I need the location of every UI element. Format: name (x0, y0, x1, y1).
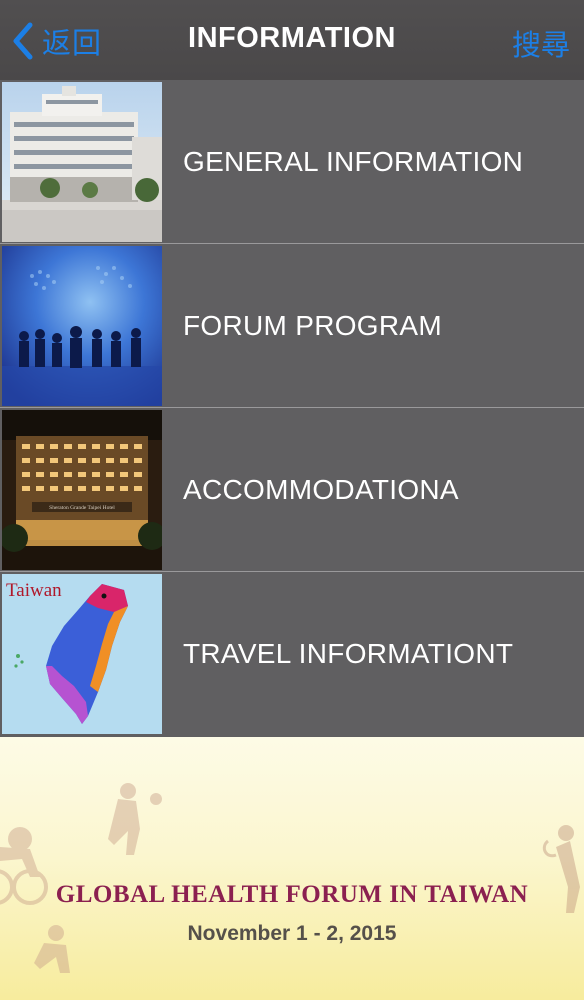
taiwan-map-thumbnail: Taiwan (2, 574, 162, 734)
menu-item-label: FORUM PROGRAM (183, 310, 443, 341)
business-silhouettes-thumbnail (2, 246, 162, 406)
campus-building-thumbnail (2, 82, 162, 242)
page-title: INFORMATION (188, 22, 396, 54)
hotel-at-night-thumbnail: Sheraton Grande Taipei Hotel (2, 410, 162, 570)
menu-item-forum-program[interactable]: FORUM PROGRAM (0, 244, 584, 408)
banner-date: November 1 - 2, 2015 (187, 922, 397, 945)
nav-bar: 返回 INFORMATION 搜尋 (0, 0, 584, 80)
menu-item-label: TRAVEL INFORMATIONT (183, 638, 514, 669)
menu-item-general-information[interactable]: GENERAL INFORMATION (0, 80, 584, 244)
taiwan-map-caption: Taiwan (6, 580, 62, 601)
menu-item-accommodation[interactable]: Sheraton Grande Taipei Hotel ACCOMMODATI… (0, 408, 584, 572)
banner-title: GLOBAL HEALTH FORUM IN TAIWAN (55, 881, 529, 908)
forum-banner: GLOBAL HEALTH FORUM IN TAIWAN November 1… (0, 737, 584, 1000)
menu-item-label: ACCOMMODATIONA (183, 474, 459, 505)
menu-item-label: GENERAL INFORMATION (183, 146, 524, 177)
sports-silhouettes-art (0, 783, 580, 973)
information-menu: GENERAL INFORMATION FORUM PROGRAM Sherat… (0, 80, 584, 736)
search-button[interactable]: 搜尋 (512, 22, 570, 64)
hotel-sign: Sheraton Grande Taipei Hotel (49, 505, 115, 511)
menu-item-travel-information[interactable]: Taiwan TRAVEL INFORMATIONT (0, 572, 584, 736)
